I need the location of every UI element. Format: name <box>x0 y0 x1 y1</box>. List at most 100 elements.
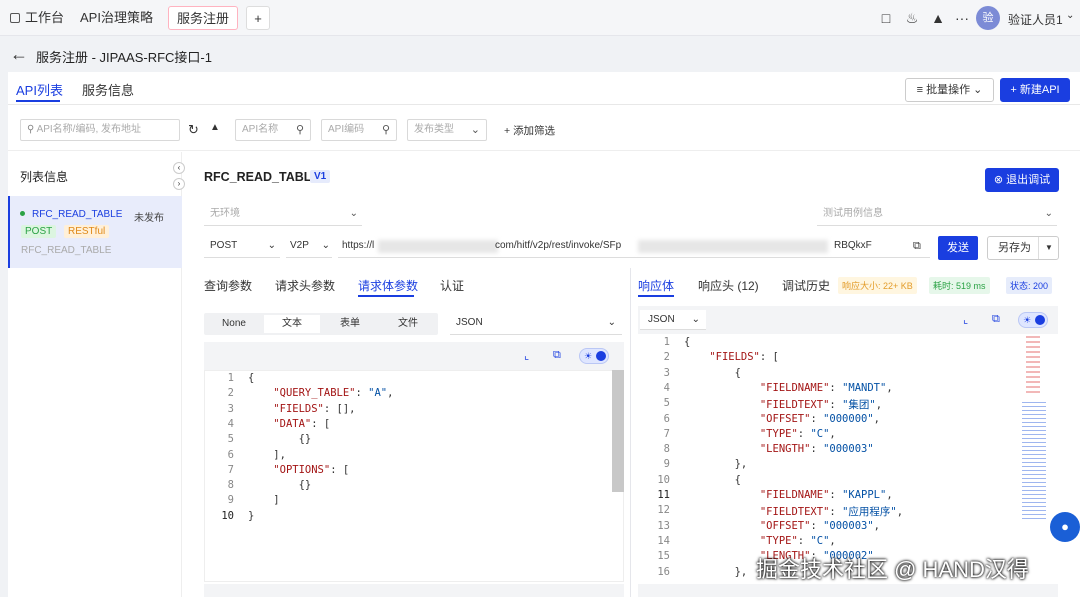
shirt-icon[interactable]: ▲ <box>929 9 947 27</box>
back-arrow-icon[interactable]: ← <box>10 44 28 65</box>
code-line: "DATA": [ <box>273 417 331 430</box>
line-number: 15 <box>657 550 670 563</box>
tab-response-body[interactable]: 响应体 <box>638 277 674 294</box>
tab-headers[interactable]: 请求头参数 <box>275 277 335 294</box>
test-case-select[interactable]: 测试用例信息 ⌄ <box>817 204 1057 226</box>
tab-auth[interactable]: 认证 <box>440 277 464 294</box>
line-number: 4 <box>227 417 234 430</box>
line-number: 9 <box>227 494 234 507</box>
add-tab-button[interactable]: + <box>246 6 270 30</box>
style-badge: RESTful <box>64 225 110 238</box>
top-bar: 工作台 API治理策略 服务注册 + □ ♨ ▲ ··· 验 验证人员1 ⌄ <box>0 0 1080 36</box>
caret-down-icon[interactable]: ▼ <box>1038 237 1053 259</box>
chevron-down-icon[interactable]: ⌄ <box>1066 10 1074 21</box>
search-icon: ⚲ <box>295 124 304 136</box>
batch-operation-button[interactable]: ≡ 批量操作 ⌄ <box>905 78 994 102</box>
format-code-icon[interactable]: ⌞ <box>963 313 968 326</box>
method-select[interactable]: POST ⌄ <box>204 236 280 258</box>
code-line: { <box>684 473 741 486</box>
format-code-icon[interactable]: ⌞ <box>524 349 529 362</box>
chat-assistant-icon[interactable]: ● <box>1050 512 1080 542</box>
code-line: }, <box>684 565 748 578</box>
scrollbar[interactable] <box>612 370 624 492</box>
version-badge: V1 <box>310 170 331 183</box>
tab-workbench[interactable]: 工作台 <box>2 6 72 30</box>
list-item-code: RFC_READ_TABLE <box>21 245 112 256</box>
expand-right-icon[interactable]: › <box>173 178 185 190</box>
pane-divider[interactable] <box>630 268 631 597</box>
chevron-down-icon: ⌄ <box>1044 208 1053 219</box>
chevron-down-icon: ⌄ <box>321 240 330 251</box>
minimap[interactable] <box>1022 336 1048 536</box>
tab-query-params[interactable]: 查询参数 <box>204 277 252 294</box>
tab-service-registration[interactable]: 服务注册 <box>168 6 238 30</box>
active-tab-indicator <box>358 295 414 297</box>
chevron-down-icon: ⌄ <box>470 124 480 136</box>
status-dot <box>20 211 25 216</box>
sun-icon: ☀ <box>584 351 593 361</box>
collapse-left-icon[interactable]: ‹ <box>173 162 185 174</box>
code-line: "LENGTH": "000003" <box>759 443 874 456</box>
avatar[interactable]: 验 <box>976 6 1000 30</box>
line-number: 3 <box>227 402 234 415</box>
tab-body[interactable]: 请求体参数 <box>358 277 418 294</box>
tab-response-headers[interactable]: 响应头 (12) <box>698 277 759 294</box>
tab-service-info[interactable]: 服务信息 <box>82 80 134 99</box>
format-select[interactable]: JSON ⌄ <box>450 313 622 335</box>
home-grid-icon <box>10 13 20 23</box>
code-line: "FIELDTEXT": "集团", <box>759 399 883 412</box>
line-number: 7 <box>227 463 234 476</box>
response-status-badge: 状态: 200 <box>1006 277 1053 294</box>
user-name[interactable]: 验证人员1 <box>1008 11 1063 28</box>
copy-icon[interactable]: ⧉ <box>553 349 561 362</box>
tab-debug-history[interactable]: 调试历史 <box>782 277 830 294</box>
refresh-icon[interactable]: ↻ <box>188 122 199 138</box>
code-line: {} <box>248 479 312 492</box>
line-number: 1 <box>227 372 234 384</box>
search-icon: ⚲ <box>381 124 390 136</box>
exit-debug-button[interactable]: ⊗ 退出调试 <box>985 168 1059 192</box>
list-item-name[interactable]: RFC_READ_TABLE <box>32 209 122 220</box>
line-number: 5 <box>227 433 234 446</box>
tab-api-list[interactable]: API列表 <box>16 80 63 99</box>
more-icon[interactable]: ··· <box>953 9 971 27</box>
tab-api-governance[interactable]: API治理策略 <box>72 6 161 30</box>
watermark: 掘金技术社区 @ HAND汉得 <box>756 557 1029 582</box>
send-button[interactable]: 发送 <box>938 236 978 260</box>
api-name-input[interactable]: API名称 ⚲ <box>235 119 311 141</box>
new-api-button[interactable]: + 新建API <box>1000 78 1070 102</box>
bell-icon[interactable]: ♨ <box>903 9 921 27</box>
chevron-down-icon: ⌄ <box>970 84 983 96</box>
body-type-file[interactable]: 文件 <box>380 315 436 333</box>
line-number: 2 <box>663 351 670 364</box>
search-input[interactable]: ⚲ API名称/编码, 发布地址 <box>20 119 180 141</box>
theme-toggle[interactable]: ☀ <box>1018 312 1048 328</box>
line-number: 12 <box>657 504 670 517</box>
environment-select[interactable]: 无环境 ⌄ <box>204 204 362 226</box>
url-input[interactable]: https://l com/hitf/v2p/rest/invoke/SFp R… <box>338 236 930 258</box>
response-format-select[interactable]: JSON ⌄ <box>640 310 706 330</box>
line-number: 6 <box>227 448 234 461</box>
code-line: {} <box>248 433 312 446</box>
code-line: "OFFSET": "000000", <box>759 412 880 425</box>
save-as-button[interactable]: 另存为 ▼ <box>987 236 1059 260</box>
add-filter-button[interactable]: + 添加筛选 <box>504 123 555 138</box>
editor-footer <box>204 584 624 597</box>
publish-type-select[interactable]: 发布类型 ⌄ <box>407 119 487 141</box>
body-type-form[interactable]: 表单 <box>322 315 378 333</box>
body-type-none[interactable]: None <box>206 315 262 333</box>
code-line: } <box>248 509 255 522</box>
copy-icon[interactable]: ⧉ <box>992 313 1000 326</box>
code-line: "OPTIONS": [ <box>273 463 350 476</box>
protocol-select[interactable]: V2P ⌄ <box>286 236 332 258</box>
plus-icon: + <box>1010 84 1020 96</box>
api-code-input[interactable]: API编码 ⚲ <box>321 119 397 141</box>
code-line: "FIELDNAME": "KAPPL", <box>759 489 893 501</box>
body-type-text[interactable]: 文本 <box>264 315 320 333</box>
copy-icon[interactable]: ⧉ <box>913 236 921 256</box>
line-number: 3 <box>663 366 670 379</box>
collapse-icon[interactable]: ▲ <box>210 122 220 133</box>
theme-toggle[interactable]: ☀ <box>579 348 609 364</box>
screen-icon[interactable]: □ <box>877 9 895 27</box>
active-tab-indicator <box>638 295 674 297</box>
